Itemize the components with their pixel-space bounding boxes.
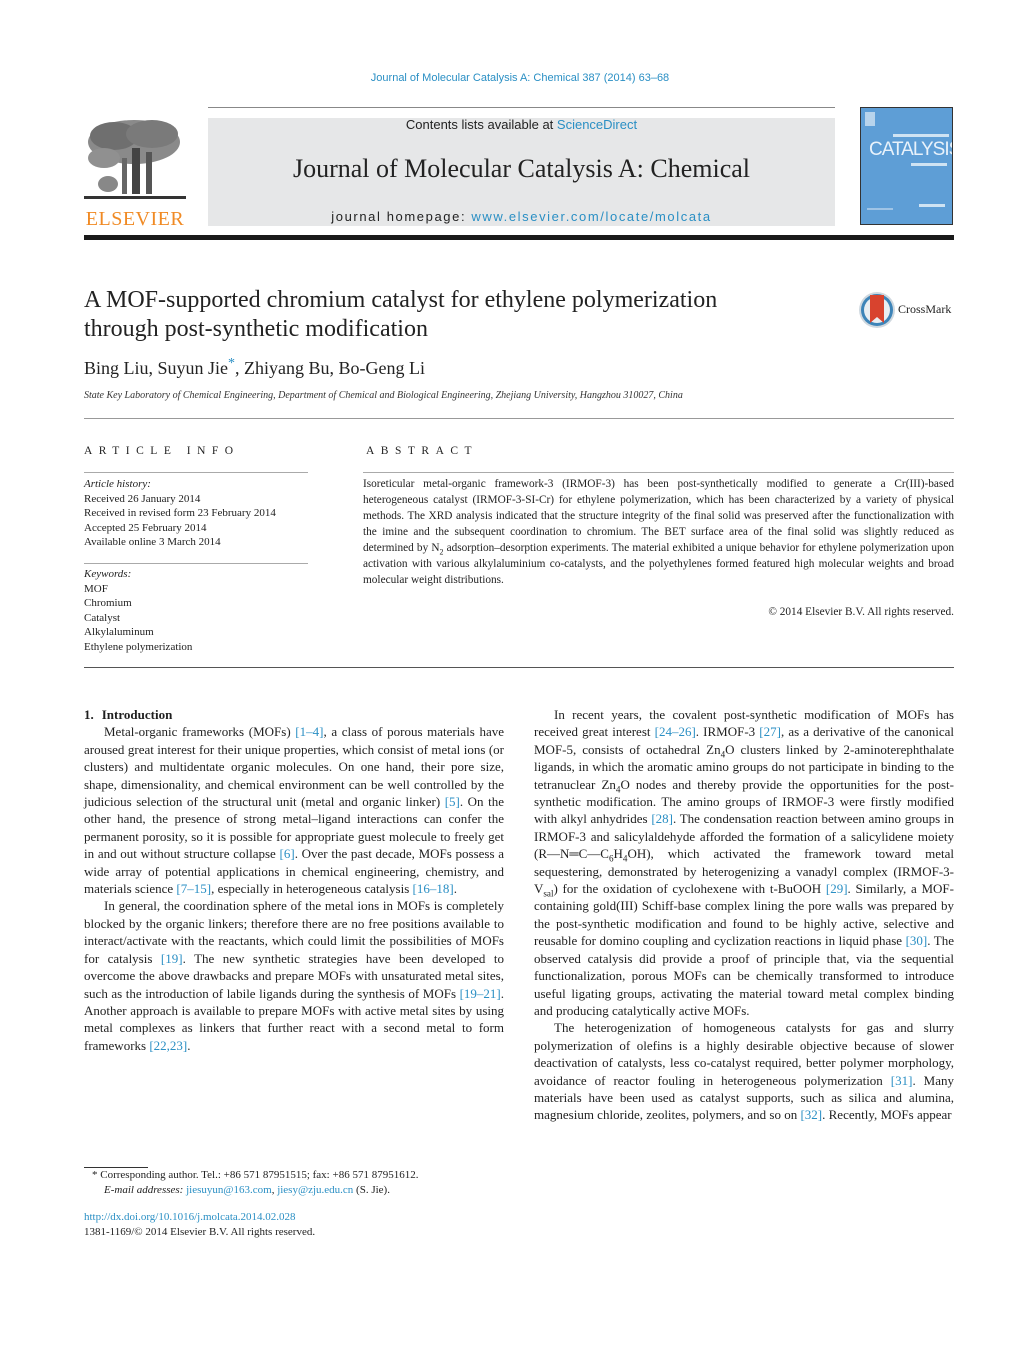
citation-link[interactable]: [19] <box>161 951 183 966</box>
citation-link[interactable]: [7–15] <box>176 881 211 896</box>
cover-subtitle-bar-2 <box>911 163 947 166</box>
keyword-item: Alkylaluminum <box>84 626 154 638</box>
abstract-copyright: © 2014 Elsevier B.V. All rights reserved… <box>768 606 954 618</box>
citation-link[interactable]: [29] <box>826 881 848 896</box>
cover-footer-bar-2 <box>919 204 945 207</box>
email-link-2[interactable]: jiesy@zju.edu.cn <box>277 1184 353 1196</box>
header-rule <box>208 107 835 108</box>
crossmark-button[interactable]: CrossMark <box>858 290 958 330</box>
citation-link[interactable]: [6] <box>280 846 295 861</box>
citation-link[interactable]: [5] <box>445 794 460 809</box>
subscript: 4 <box>622 853 628 864</box>
header-thick-rule <box>84 235 954 240</box>
homepage-link[interactable]: www.elsevier.com/locate/molcata <box>471 209 711 224</box>
abstract-heading: ABSTRACT <box>366 445 479 457</box>
body-paragraph: The heterogenization of homogeneous cata… <box>534 1020 954 1123</box>
body-column-left: 1. Introduction Metal-organic frameworks … <box>84 706 504 1054</box>
body-paragraph: Metal-organic frameworks (MOFs) [1–4], a… <box>84 724 505 897</box>
subscript: 6 <box>608 853 614 864</box>
crossmark-label: CrossMark <box>898 302 952 316</box>
issn-copyright: 1381-1169/© 2014 Elsevier B.V. All right… <box>84 1226 316 1238</box>
affiliation-rule <box>84 418 954 419</box>
homepage-prefix: journal homepage: <box>331 209 472 224</box>
keyword-item: MOF <box>84 582 108 595</box>
journal-reference-link[interactable]: Journal of Molecular Catalysis A: Chemic… <box>0 72 1020 84</box>
footnote-line-1: * Corresponding author. Tel.: +86 571 87… <box>84 1168 514 1183</box>
authors-part-1: Bing Liu, Suyun Jie <box>84 358 229 378</box>
citation-link[interactable]: [24–26] <box>655 724 696 739</box>
body-column-right: In recent years, the covalent post-synth… <box>534 706 954 1124</box>
keyword-item: Chromium <box>84 597 132 609</box>
keyword-item: Catalyst <box>84 611 121 624</box>
section-title: Introduction <box>101 707 173 722</box>
cover-subtitle-bar <box>893 134 949 137</box>
email-suffix: (S. Jie). <box>353 1184 390 1196</box>
history-item: Accepted 25 February 2014 <box>84 521 207 534</box>
authors-part-2: , Zhiyang Bu, Bo-Geng Li <box>235 358 425 378</box>
history-item: Available online 3 March 2014 <box>84 536 221 548</box>
email-label: E-mail addresses: <box>104 1184 184 1196</box>
history-item: Received 26 January 2014 <box>84 492 201 505</box>
citation-link[interactable]: [16–18] <box>413 881 454 896</box>
doi-link[interactable]: http://dx.doi.org/10.1016/j.molcata.2014… <box>84 1210 315 1225</box>
footnote-marker: * <box>92 1169 98 1181</box>
keywords-rule <box>84 563 308 564</box>
section-number: 1. <box>84 707 94 722</box>
article-info-heading: ARTICLE INFO <box>84 445 240 457</box>
elsevier-logo[interactable]: ELSEVIER <box>84 118 186 230</box>
journal-title: Journal of Molecular Catalysis A: Chemic… <box>292 154 751 183</box>
citation-link[interactable]: [31] <box>891 1073 913 1088</box>
subscript: 4 <box>720 749 726 760</box>
journal-cover-thumbnail[interactable]: CATALYSIS <box>860 107 953 225</box>
keywords: Keywords: MOF Chromium Catalyst Alkylalu… <box>84 567 192 654</box>
corresponding-footnote: * Corresponding author. Tel.: +86 571 87… <box>84 1168 514 1198</box>
abstract-text: Isoreticular metal-organic framework-3 (… <box>363 476 954 588</box>
elsevier-tree-icon <box>84 120 186 199</box>
article-history: Article history: Received 26 January 201… <box>84 477 276 550</box>
sciencedirect-link[interactable]: ScienceDirect <box>557 117 637 132</box>
journal-banner: Contents lists available at ScienceDirec… <box>208 118 835 226</box>
body-rule <box>84 667 954 668</box>
keywords-label: Keywords: <box>84 568 132 580</box>
corresponding-author-contact: Corresponding author. Tel.: +86 571 8795… <box>100 1169 419 1181</box>
cover-title: CATALYSIS <box>869 139 953 160</box>
contents-line: Contents lists available at ScienceDirec… <box>208 118 835 132</box>
corresponding-author-marker[interactable]: * <box>228 356 235 371</box>
email-link-1[interactable]: jiesuyun@163.com <box>186 1184 272 1196</box>
citation-link[interactable]: [30] <box>906 933 928 948</box>
citation-link[interactable]: [27] <box>759 724 781 739</box>
citation-link[interactable]: [22,23] <box>149 1038 187 1053</box>
article-info-rule <box>84 472 308 473</box>
journal-homepage: journal homepage: www.elsevier.com/locat… <box>208 209 835 224</box>
footnote-line-2: E-mail addresses: jiesuyun@163.com, jies… <box>84 1183 514 1198</box>
elsevier-wordmark: ELSEVIER <box>85 208 185 230</box>
abstract-text-part-2: adsorption–desorption experiments. The m… <box>363 542 954 586</box>
subscript: sal <box>543 888 554 899</box>
contents-prefix: Contents lists available at <box>405 117 557 132</box>
body-paragraph: In general, the coordination sphere of t… <box>84 898 505 1053</box>
affiliation: State Key Laboratory of Chemical Enginee… <box>84 390 683 401</box>
cover-logo-icon <box>865 112 875 126</box>
history-item: Received in revised form 23 February 201… <box>84 507 276 519</box>
section-heading: 1. Introduction <box>84 706 504 723</box>
keyword-item: Ethylene polymerization <box>84 640 193 653</box>
citation-link[interactable]: [19–21] <box>460 986 501 1001</box>
body-paragraph: In recent years, the covalent post-synth… <box>534 707 955 1018</box>
history-label: Article history: <box>84 478 151 490</box>
title-line-2: through post-synthetic modification <box>84 316 428 342</box>
subscript: 4 <box>615 784 621 795</box>
doi-block: http://dx.doi.org/10.1016/j.molcata.2014… <box>84 1210 315 1240</box>
citation-link[interactable]: [32] <box>800 1107 822 1122</box>
cover-footer-bar <box>867 208 893 210</box>
abstract-rule <box>363 472 954 473</box>
author-list: Bing Liu, Suyun Jie*, Zhiyang Bu, Bo-Gen… <box>84 356 425 379</box>
citation-link[interactable]: [1–4] <box>295 724 323 739</box>
crossmark-icon <box>859 292 895 328</box>
title-line-1: A MOF-supported chromium catalyst for et… <box>84 287 718 313</box>
citation-link[interactable]: [28] <box>651 811 673 826</box>
article-title: A MOF-supported chromium catalyst for et… <box>84 286 824 344</box>
